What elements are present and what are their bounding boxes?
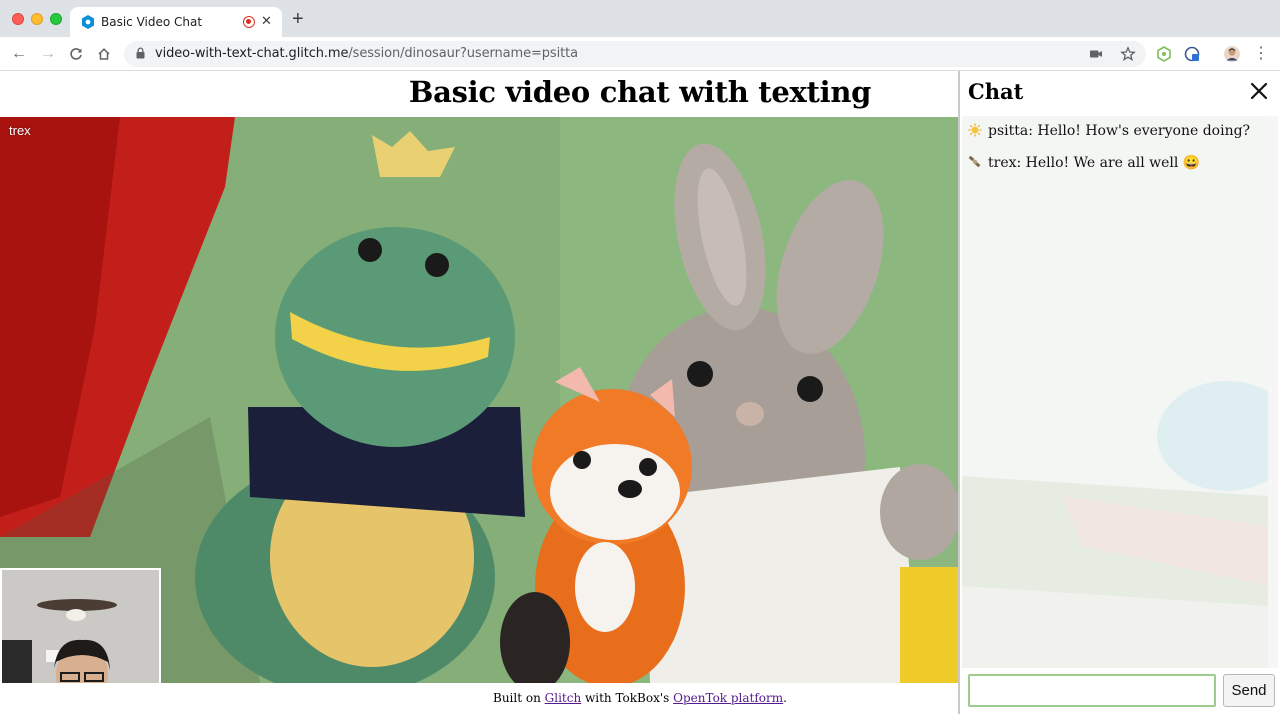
self-camera-image — [2, 570, 159, 683]
satellite-emoji-icon — [968, 155, 981, 168]
publisher-video-preview — [0, 568, 161, 683]
browser-tab[interactable]: Basic Video Chat ✕ — [70, 7, 282, 37]
browser-menu-icon[interactable]: ⋮ — [1250, 43, 1272, 65]
minimize-window-button[interactable] — [31, 13, 43, 25]
lock-icon — [136, 47, 145, 59]
video-username-label: trex — [9, 123, 31, 138]
home-button[interactable] — [93, 43, 115, 65]
chat-panel: Chat psitta: Hello! How's everyone doing… — [958, 71, 1280, 714]
tab-title: Basic Video Chat — [101, 15, 203, 29]
home-icon — [98, 48, 110, 60]
subscriber-video: trex — [0, 117, 958, 683]
forward-button[interactable]: → — [37, 43, 59, 65]
chat-message-input[interactable] — [968, 674, 1216, 707]
chat-scrollbar[interactable] — [1268, 116, 1278, 668]
chat-title: Chat — [968, 79, 1024, 104]
close-window-button[interactable] — [12, 13, 24, 25]
close-chat-icon[interactable] — [1250, 82, 1268, 100]
back-button[interactable]: ← — [8, 43, 30, 65]
reload-button[interactable] — [65, 43, 87, 65]
opentok-link[interactable]: OpenTok platform — [673, 691, 783, 705]
bookmark-star-icon[interactable] — [1120, 46, 1136, 62]
url-text: video-with-text-chat.glitch.me/session/d… — [155, 46, 578, 61]
extension-shield-icon[interactable] — [1184, 46, 1200, 62]
chat-message: psitta: Hello! How's everyone doing? — [968, 123, 1250, 139]
chat-message: trex: Hello! We are all well 😀 — [968, 155, 1200, 171]
new-tab-button[interactable]: + — [292, 9, 304, 29]
sun-emoji-icon — [968, 123, 982, 137]
tab-close-icon[interactable]: ✕ — [261, 14, 272, 28]
glitch-favicon-icon — [82, 15, 94, 29]
chat-message-log[interactable]: psitta: Hello! How's everyone doing? tre… — [962, 116, 1268, 668]
glitch-link[interactable]: Glitch — [545, 691, 582, 705]
browser-tab-bar: Basic Video Chat ✕ + — [0, 0, 1280, 37]
browser-toolbar: ← → video-with-text-chat.glitch.me/sessi… — [0, 37, 1280, 71]
address-bar[interactable]: video-with-text-chat.glitch.me/session/d… — [124, 41, 1146, 67]
reload-icon — [70, 48, 82, 60]
recording-indicator-icon — [243, 16, 255, 28]
extension-hexagon-icon[interactable] — [1156, 46, 1172, 62]
camera-in-use-icon[interactable] — [1088, 46, 1104, 62]
send-button[interactable]: Send — [1223, 674, 1275, 707]
page-content: Basic video chat with texting trex Built… — [0, 71, 1280, 714]
profile-avatar-icon[interactable] — [1224, 46, 1240, 62]
chat-header: Chat — [960, 71, 1280, 113]
maximize-window-button[interactable] — [50, 13, 62, 25]
